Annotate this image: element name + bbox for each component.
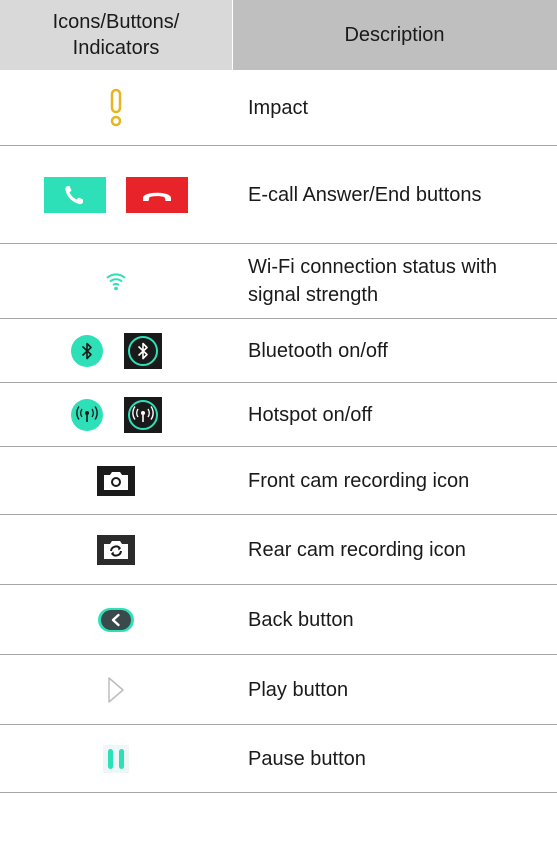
icon-cell	[0, 146, 232, 243]
table-row: E-call Answer/End buttons	[0, 146, 557, 244]
icon-cell	[0, 70, 232, 145]
description-cell: E-call Answer/End buttons	[248, 183, 482, 206]
icon-cell	[0, 515, 232, 584]
description-cell: Play button	[248, 678, 349, 701]
icon-cell	[0, 655, 232, 724]
table-row: Impact	[0, 70, 557, 146]
front-camera-icon	[97, 465, 135, 496]
table-row: Rear cam recording icon	[0, 515, 557, 585]
hotspot-off-icon	[124, 396, 162, 433]
bluetooth-on-icon	[71, 334, 103, 367]
header-separator	[232, 0, 233, 70]
icon-reference-table: Icons/Buttons/ Indicators Description Im…	[0, 0, 557, 793]
description-cell: Back button	[248, 608, 354, 631]
icon-cell	[0, 447, 232, 514]
icon-cell	[0, 725, 232, 792]
end-call-button-icon	[126, 176, 188, 213]
description-cell: Pause button	[248, 747, 366, 770]
hotspot-on-icon	[71, 398, 103, 431]
icon-cell	[0, 319, 232, 382]
header-description-column: Description	[232, 0, 557, 70]
table-header: Icons/Buttons/ Indicators Description	[0, 0, 557, 70]
description-cell: Front cam recording icon	[248, 469, 470, 492]
table-row: Back button	[0, 585, 557, 655]
description-cell: Bluetooth on/off	[248, 339, 388, 362]
header-icons-line2: Indicators	[72, 37, 160, 59]
table-row: Wi-Fi connection status with signal stre…	[0, 244, 557, 319]
description-cell: Wi-Fi connection status with signal stre…	[248, 256, 497, 306]
description-cell: Hotspot on/off	[248, 403, 373, 426]
header-icons-column: Icons/Buttons/ Indicators	[0, 0, 232, 70]
table-row: Hotspot on/off	[0, 383, 557, 447]
icon-cell	[0, 585, 232, 654]
wifi-icon	[106, 273, 126, 291]
icon-cell	[0, 383, 232, 446]
back-button-icon	[98, 607, 134, 632]
play-button-icon	[108, 676, 124, 703]
answer-call-button-icon	[44, 176, 106, 213]
description-cell: Rear cam recording icon	[248, 538, 466, 561]
table-row: Play button	[0, 655, 557, 725]
table-row: Pause button	[0, 725, 557, 793]
icon-cell	[0, 244, 232, 318]
table-row: Front cam recording icon	[0, 447, 557, 515]
description-cell: Impact	[248, 96, 309, 119]
table-row: Bluetooth on/off	[0, 319, 557, 383]
pause-button-icon	[103, 744, 129, 773]
impact-icon	[110, 88, 122, 126]
bluetooth-off-icon	[124, 332, 162, 369]
rear-camera-icon	[97, 534, 135, 565]
header-icons-line1: Icons/Buttons/	[52, 11, 180, 33]
